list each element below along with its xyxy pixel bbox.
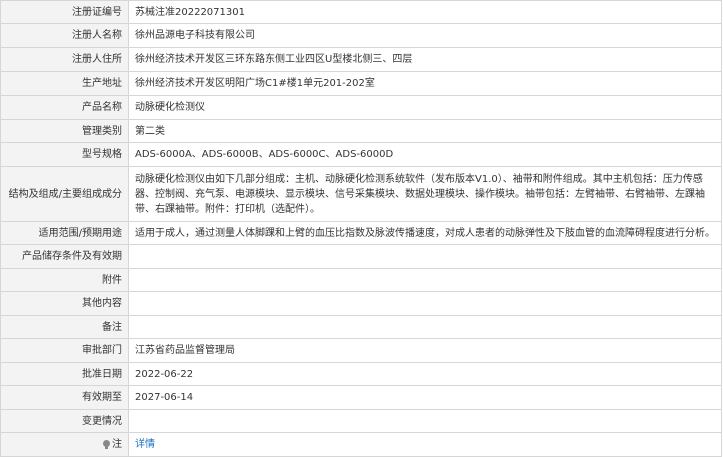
approval-department: 江苏省药品监督管理局 bbox=[128, 338, 722, 363]
registration-detail-table: 注册证编号 苏械注准20222071301 注册人名称 徐州品源电子科技有限公司… bbox=[0, 0, 722, 457]
note-label-cell: 注 bbox=[0, 432, 129, 457]
table-row: 注册人名称 徐州品源电子科技有限公司 bbox=[0, 23, 722, 48]
table-row: 有效期至 2027-06-14 bbox=[0, 385, 722, 410]
note-label: 注 bbox=[112, 439, 122, 450]
lightbulb-icon bbox=[103, 440, 110, 449]
table-row: 产品储存条件及有效期 bbox=[0, 244, 722, 269]
management-category: 第二类 bbox=[128, 119, 722, 143]
row-label: 产品名称 bbox=[0, 95, 129, 120]
table-row: 附件 bbox=[0, 268, 722, 292]
table-row: 备注 bbox=[0, 315, 722, 339]
remarks bbox=[128, 315, 722, 339]
change-history bbox=[128, 409, 722, 433]
table-row: 审批部门 江苏省药品监督管理局 bbox=[0, 338, 722, 363]
other-content bbox=[128, 291, 722, 316]
table-row: 其他内容 bbox=[0, 291, 722, 316]
table-row: 管理类别 第二类 bbox=[0, 119, 722, 143]
row-label: 型号规格 bbox=[0, 142, 129, 167]
row-label: 注册人住所 bbox=[0, 47, 129, 72]
table-row: 适用范围/预期用途 适用于成人，通过测量人体脚踝和上臂的血压比指数及脉波传播速度… bbox=[0, 221, 722, 245]
row-label: 其他内容 bbox=[0, 291, 129, 316]
table-row: 产品名称 动脉硬化检测仪 bbox=[0, 95, 722, 120]
table-row: 结构及组成/主要组成成分 动脉硬化检测仪由如下几部分组成：主机、动脉硬化检测系统… bbox=[0, 166, 722, 222]
row-label: 批准日期 bbox=[0, 362, 129, 386]
row-label: 有效期至 bbox=[0, 385, 129, 410]
model-spec: ADS-6000A、ADS-6000B、ADS-6000C、ADS-6000D bbox=[128, 142, 722, 167]
registrant-address: 徐州经济技术开发区三环东路东侧工业四区U型楼北侧三、四层 bbox=[128, 47, 722, 72]
approval-date: 2022-06-22 bbox=[128, 362, 722, 386]
row-label: 变更情况 bbox=[0, 409, 129, 433]
table-row: 变更情况 bbox=[0, 409, 722, 433]
row-label: 结构及组成/主要组成成分 bbox=[0, 166, 129, 222]
production-address: 徐州经济技术开发区明阳广场C1#楼1单元201-202室 bbox=[128, 71, 722, 96]
note-value-cell: 详情 bbox=[128, 432, 722, 457]
row-label: 管理类别 bbox=[0, 119, 129, 143]
row-label: 适用范围/预期用途 bbox=[0, 221, 129, 245]
intended-use: 适用于成人，通过测量人体脚踝和上臂的血压比指数及脉波传播速度，对成人患者的动脉弹… bbox=[128, 221, 722, 245]
product-name: 动脉硬化检测仪 bbox=[128, 95, 722, 120]
table-row: 型号规格 ADS-6000A、ADS-6000B、ADS-6000C、ADS-6… bbox=[0, 142, 722, 167]
registration-number: 苏械注准20222071301 bbox=[128, 0, 722, 24]
row-label: 生产地址 bbox=[0, 71, 129, 96]
table-row: 批准日期 2022-06-22 bbox=[0, 362, 722, 386]
structure-composition: 动脉硬化检测仪由如下几部分组成：主机、动脉硬化检测系统软件（发布版本V1.0）、… bbox=[128, 166, 722, 222]
row-label: 附件 bbox=[0, 268, 129, 292]
row-label: 审批部门 bbox=[0, 338, 129, 363]
row-label: 备注 bbox=[0, 315, 129, 339]
table-row: 生产地址 徐州经济技术开发区明阳广场C1#楼1单元201-202室 bbox=[0, 71, 722, 96]
row-label: 产品储存条件及有效期 bbox=[0, 244, 129, 269]
storage-validity bbox=[128, 244, 722, 269]
row-label: 注册证编号 bbox=[0, 0, 129, 24]
details-link[interactable]: 详情 bbox=[135, 439, 155, 450]
valid-until: 2027-06-14 bbox=[128, 385, 722, 410]
attachments bbox=[128, 268, 722, 292]
table-row: 注 详情 bbox=[0, 432, 722, 457]
table-row: 注册证编号 苏械注准20222071301 bbox=[0, 0, 722, 24]
registrant-name: 徐州品源电子科技有限公司 bbox=[128, 23, 722, 48]
table-row: 注册人住所 徐州经济技术开发区三环东路东侧工业四区U型楼北侧三、四层 bbox=[0, 47, 722, 72]
row-label: 注册人名称 bbox=[0, 23, 129, 48]
